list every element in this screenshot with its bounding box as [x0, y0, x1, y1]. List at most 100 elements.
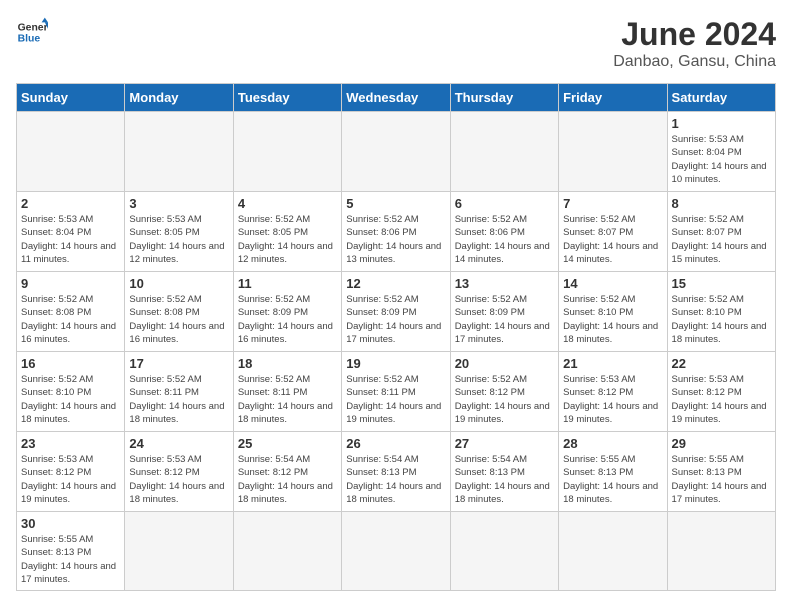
day-number: 6	[455, 196, 554, 211]
day-number: 1	[672, 116, 771, 131]
day-number: 11	[238, 276, 337, 291]
day-number: 30	[21, 516, 120, 531]
day-number: 17	[129, 356, 228, 371]
table-row: 29 Sunrise: 5:55 AM Sunset: 8:13 PM Dayli…	[667, 432, 775, 512]
table-row: 19Sunrise: 5:52 AM Sunset: 8:11 PM Dayli…	[342, 352, 450, 432]
day-number: 13	[455, 276, 554, 291]
title-area: June 2024 Danbao, Gansu, China	[613, 16, 776, 71]
page-header: General Blue June 2024 Danbao, Gansu, Ch…	[16, 16, 776, 71]
table-row: 28 Sunrise: 5:55 AM Sunset: 8:13 PM Dayli…	[559, 432, 667, 512]
day-number: 20	[455, 356, 554, 371]
day-info: Sunrise: 5:52 AM Sunset: 8:10 PM Dayligh…	[563, 293, 662, 346]
table-row: 17 Sunrise: 5:52 AM Sunset: 8:11 PM Dayli…	[125, 352, 233, 432]
table-row: 12 Sunrise: 5:52 AM Sunset: 8:09 PM Dayli…	[342, 272, 450, 352]
table-row: 5 Sunrise: 5:52 AM Sunset: 8:06 PM Daylig…	[342, 192, 450, 272]
day-info: Sunrise: 5:52 AM Sunset: 8:10 PM Dayligh…	[672, 293, 771, 346]
day-info: Sunrise: 5:52 AM Sunset: 8:06 PM Dayligh…	[455, 213, 554, 266]
svg-text:Blue: Blue	[18, 34, 41, 45]
table-row: 23Sunrise: 5:53 AM Sunset: 8:12 PM Dayli…	[17, 432, 125, 512]
table-row: 3 Sunrise: 5:53 AM Sunset: 8:05 PM Daylig…	[125, 192, 233, 272]
table-row: 4Sunrise: 5:52 AM Sunset: 8:05 PM Daylig…	[233, 192, 341, 272]
weekday-header-row: Sunday Monday Tuesday Wednesday Thursday…	[17, 84, 776, 112]
day-info: Sunrise: 5:55 AM Sunset: 8:13 PM Dayligh…	[21, 533, 120, 586]
day-info: Sunrise: 5:53 AM Sunset: 8:04 PM Dayligh…	[672, 133, 771, 186]
table-row	[125, 112, 233, 192]
day-info: Sunrise: 5:54 AM Sunset: 8:12 PM Dayligh…	[238, 453, 337, 506]
day-info: Sunrise: 5:52 AM Sunset: 8:06 PM Dayligh…	[346, 213, 445, 266]
header-monday: Monday	[125, 84, 233, 112]
day-number: 5	[346, 196, 445, 211]
day-number: 7	[563, 196, 662, 211]
table-row: 13Sunrise: 5:52 AM Sunset: 8:09 PM Dayli…	[450, 272, 558, 352]
day-info: Sunrise: 5:52 AM Sunset: 8:07 PM Dayligh…	[672, 213, 771, 266]
table-row: 14 Sunrise: 5:52 AM Sunset: 8:10 PM Dayli…	[559, 272, 667, 352]
table-row: 24Sunrise: 5:53 AM Sunset: 8:12 PM Dayli…	[125, 432, 233, 512]
day-number: 10	[129, 276, 228, 291]
day-number: 16	[21, 356, 120, 371]
day-info: Sunrise: 5:54 AM Sunset: 8:13 PM Dayligh…	[455, 453, 554, 506]
day-info: Sunrise: 5:53 AM Sunset: 8:12 PM Dayligh…	[672, 373, 771, 426]
table-row	[667, 512, 775, 591]
day-number: 14	[563, 276, 662, 291]
day-number: 8	[672, 196, 771, 211]
header-tuesday: Tuesday	[233, 84, 341, 112]
table-row	[559, 112, 667, 192]
day-number: 26	[346, 436, 445, 451]
table-row	[450, 512, 558, 591]
calendar-row-1: 1 Sunrise: 5:53 AM Sunset: 8:04 PM Daylig…	[17, 112, 776, 192]
day-info: Sunrise: 5:52 AM Sunset: 8:09 PM Dayligh…	[346, 293, 445, 346]
day-info: Sunrise: 5:53 AM Sunset: 8:04 PM Dayligh…	[21, 213, 120, 266]
day-number: 21	[563, 356, 662, 371]
table-row: 30 Sunrise: 5:55 AM Sunset: 8:13 PM Dayli…	[17, 512, 125, 591]
table-row: 18Sunrise: 5:52 AM Sunset: 8:11 PM Dayli…	[233, 352, 341, 432]
day-info: Sunrise: 5:55 AM Sunset: 8:13 PM Dayligh…	[672, 453, 771, 506]
day-number: 12	[346, 276, 445, 291]
day-info: Sunrise: 5:52 AM Sunset: 8:07 PM Dayligh…	[563, 213, 662, 266]
day-info: Sunrise: 5:55 AM Sunset: 8:13 PM Dayligh…	[563, 453, 662, 506]
table-row: 7 Sunrise: 5:52 AM Sunset: 8:07 PM Daylig…	[559, 192, 667, 272]
logo: General Blue	[16, 16, 48, 48]
logo-icon: General Blue	[16, 16, 48, 48]
table-row: 9 Sunrise: 5:52 AM Sunset: 8:08 PM Daylig…	[17, 272, 125, 352]
header-saturday: Saturday	[667, 84, 775, 112]
day-number: 29	[672, 436, 771, 451]
table-row	[233, 512, 341, 591]
day-info: Sunrise: 5:52 AM Sunset: 8:08 PM Dayligh…	[21, 293, 120, 346]
day-info: Sunrise: 5:53 AM Sunset: 8:12 PM Dayligh…	[129, 453, 228, 506]
table-row: 22Sunrise: 5:53 AM Sunset: 8:12 PM Dayli…	[667, 352, 775, 432]
header-friday: Friday	[559, 84, 667, 112]
table-row	[342, 512, 450, 591]
calendar-row-2: 2 Sunrise: 5:53 AM Sunset: 8:04 PM Daylig…	[17, 192, 776, 272]
header-thursday: Thursday	[450, 84, 558, 112]
table-row	[17, 112, 125, 192]
table-row	[125, 512, 233, 591]
table-row: 8 Sunrise: 5:52 AM Sunset: 8:07 PM Daylig…	[667, 192, 775, 272]
day-info: Sunrise: 5:53 AM Sunset: 8:12 PM Dayligh…	[21, 453, 120, 506]
day-info: Sunrise: 5:53 AM Sunset: 8:12 PM Dayligh…	[563, 373, 662, 426]
day-number: 2	[21, 196, 120, 211]
table-row	[450, 112, 558, 192]
table-row	[342, 112, 450, 192]
day-number: 3	[129, 196, 228, 211]
table-row: 16 Sunrise: 5:52 AM Sunset: 8:10 PM Dayli…	[17, 352, 125, 432]
table-row: 21 Sunrise: 5:53 AM Sunset: 8:12 PM Dayli…	[559, 352, 667, 432]
header-wednesday: Wednesday	[342, 84, 450, 112]
day-info: Sunrise: 5:52 AM Sunset: 8:10 PM Dayligh…	[21, 373, 120, 426]
header-sunday: Sunday	[17, 84, 125, 112]
day-number: 9	[21, 276, 120, 291]
day-info: Sunrise: 5:54 AM Sunset: 8:13 PM Dayligh…	[346, 453, 445, 506]
calendar-row-4: 16 Sunrise: 5:52 AM Sunset: 8:10 PM Dayli…	[17, 352, 776, 432]
day-info: Sunrise: 5:52 AM Sunset: 8:12 PM Dayligh…	[455, 373, 554, 426]
day-info: Sunrise: 5:53 AM Sunset: 8:05 PM Dayligh…	[129, 213, 228, 266]
day-info: Sunrise: 5:52 AM Sunset: 8:08 PM Dayligh…	[129, 293, 228, 346]
day-number: 15	[672, 276, 771, 291]
day-number: 28	[563, 436, 662, 451]
table-row: 6 Sunrise: 5:52 AM Sunset: 8:06 PM Daylig…	[450, 192, 558, 272]
day-info: Sunrise: 5:52 AM Sunset: 8:11 PM Dayligh…	[346, 373, 445, 426]
table-row: 26 Sunrise: 5:54 AM Sunset: 8:13 PM Dayli…	[342, 432, 450, 512]
day-info: Sunrise: 5:52 AM Sunset: 8:11 PM Dayligh…	[129, 373, 228, 426]
day-info: Sunrise: 5:52 AM Sunset: 8:11 PM Dayligh…	[238, 373, 337, 426]
calendar-subtitle: Danbao, Gansu, China	[613, 53, 776, 71]
table-row	[233, 112, 341, 192]
table-row: 15 Sunrise: 5:52 AM Sunset: 8:10 PM Dayli…	[667, 272, 775, 352]
